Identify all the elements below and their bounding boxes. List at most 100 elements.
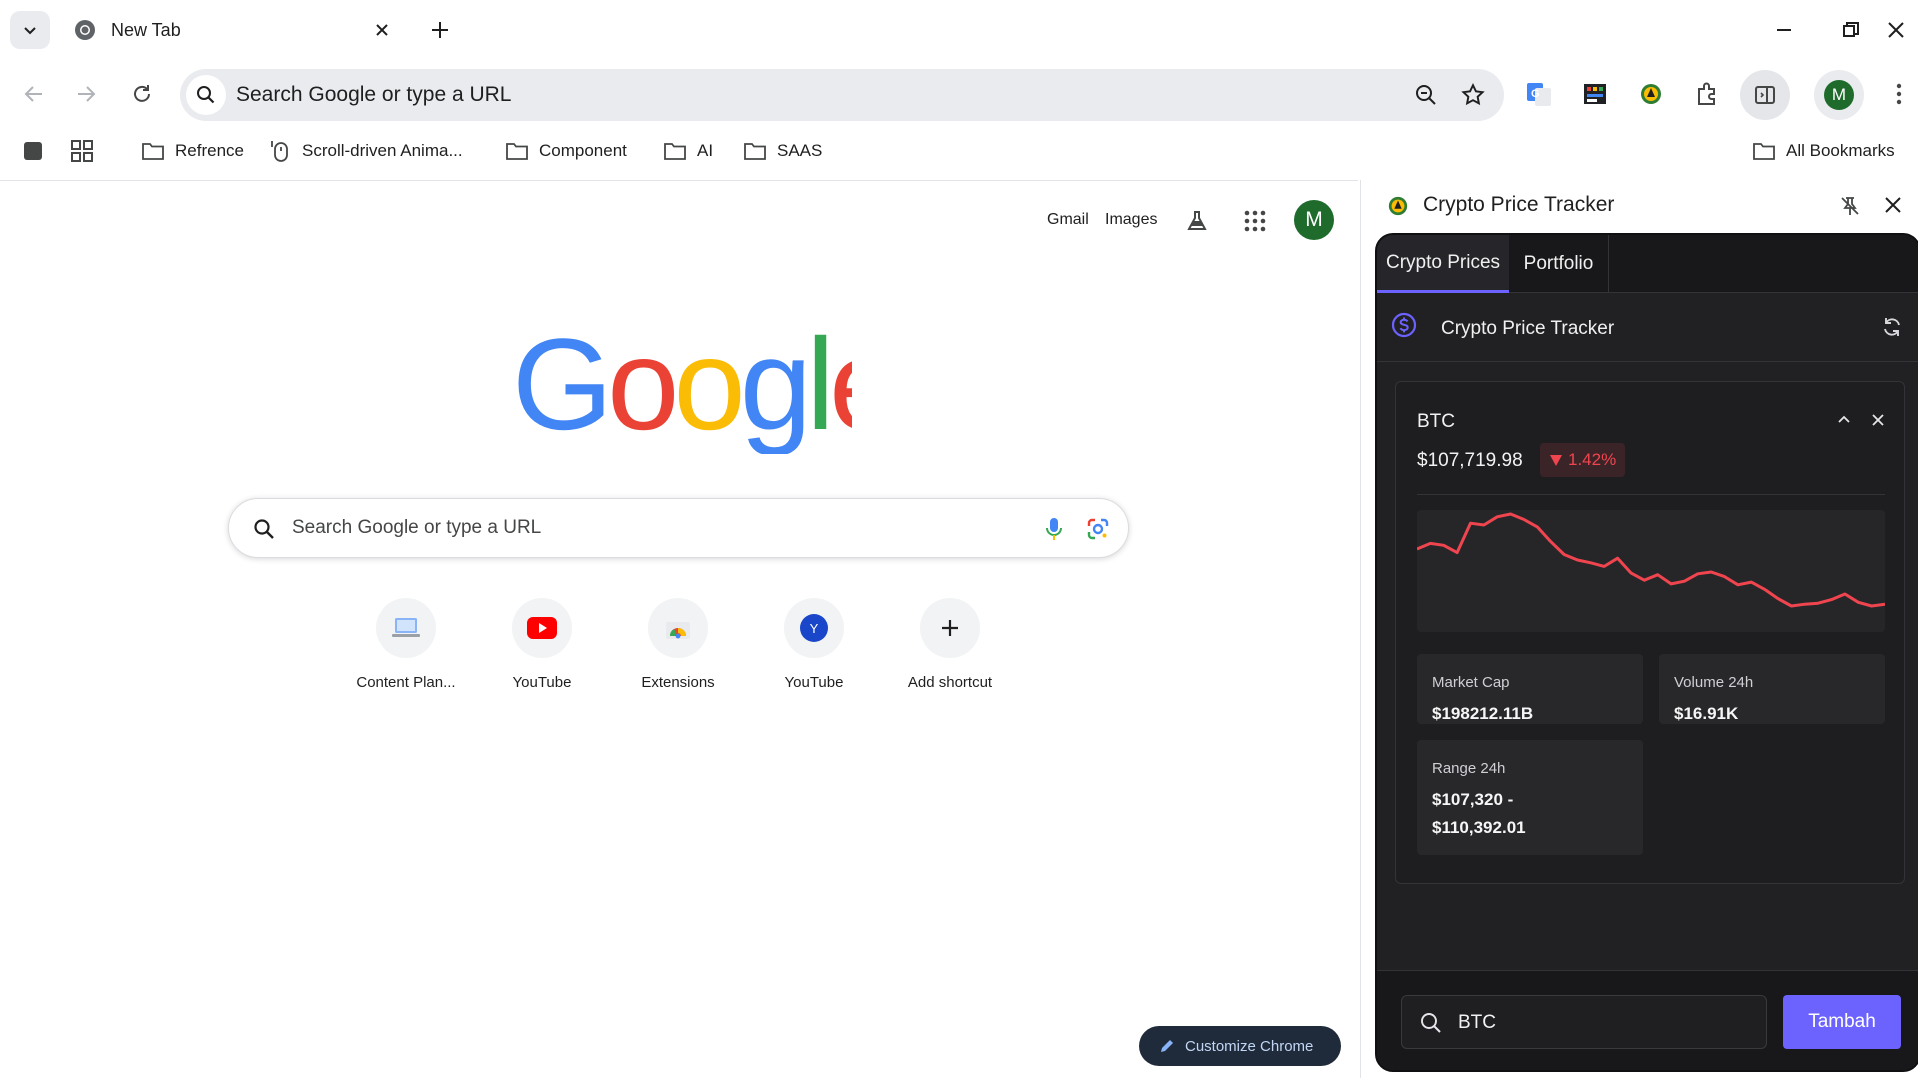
gmail-link[interactable]: Gmail (1047, 211, 1089, 229)
bookmark-label: SAAS (777, 141, 823, 160)
folder-icon (663, 141, 687, 161)
google-apps-grid-icon[interactable] (1243, 209, 1267, 233)
tab-groups-grid-icon[interactable] (70, 138, 94, 164)
bookmark-folder-refrence[interactable]: Refrence (141, 138, 244, 164)
search-placeholder: Search Google or type a URL (292, 517, 542, 538)
stat-volume: Volume 24h $16.91K (1659, 654, 1885, 724)
side-panel: Crypto Price Tracker Crypto Prices Portf… (1360, 180, 1918, 1078)
new-tab-page: Gmail Images M Google Search Google or t… (0, 180, 1358, 1078)
profile-avatar[interactable]: M (1814, 70, 1864, 120)
more-menu-icon[interactable] (1884, 79, 1914, 109)
google-lens-icon[interactable] (1086, 517, 1110, 541)
remove-coin-icon[interactable] (1870, 412, 1886, 428)
coin-search-input[interactable]: BTC (1401, 995, 1767, 1049)
youtube-icon (512, 598, 572, 658)
stat-value-line1: $107,320 - (1432, 790, 1514, 809)
side-panel-toggle-icon[interactable] (1740, 70, 1790, 120)
bookmark-label: Component (539, 141, 627, 160)
tab-portfolio[interactable]: Portfolio (1509, 235, 1609, 293)
add-coin-button[interactable]: Tambah (1783, 995, 1901, 1049)
extensions-puzzle-icon[interactable] (1692, 79, 1722, 109)
bookmark-folder-ai[interactable]: AI (663, 138, 713, 164)
account-avatar[interactable]: M (1294, 200, 1334, 240)
labs-flask-icon[interactable] (1185, 209, 1209, 233)
bookmark-folder-component[interactable]: Component (505, 138, 627, 164)
toolbar: Search Google or type a URL G M (0, 60, 1918, 130)
customize-chrome-button[interactable]: Customize Chrome (1139, 1026, 1341, 1066)
all-bookmarks-label: All Bookmarks (1786, 141, 1895, 160)
tab-strip: New Tab (0, 0, 1918, 60)
restore-button[interactable] (1837, 16, 1865, 44)
add-coin-footer: BTC Tambah (1377, 970, 1918, 1070)
zoom-icon[interactable] (1414, 83, 1438, 107)
bookmark-folder-saas[interactable]: SAAS (743, 138, 822, 164)
color-picker-extension-icon[interactable] (1580, 79, 1610, 109)
google-logo: Google (512, 329, 852, 454)
shortcut-label: Content Plan... (356, 674, 456, 691)
all-bookmarks-folder[interactable]: All Bookmarks (1752, 138, 1895, 164)
stat-value: $198212.11B (1432, 704, 1534, 723)
mouse-icon (270, 139, 292, 163)
stat-range-24h: Range 24h $107,320 - $110,392.01 (1417, 740, 1643, 855)
refresh-icon[interactable] (1881, 316, 1903, 338)
crypto-tracker-app: Crypto Prices Portfolio Crypto Price Tra… (1375, 233, 1918, 1072)
coin-symbol: BTC (1417, 411, 1455, 432)
shortcut-extensions[interactable]: Extensions (610, 598, 746, 708)
stat-value: $16.91K (1674, 704, 1739, 723)
price-sparkline-chart (1417, 510, 1885, 632)
new-tab-button[interactable] (428, 18, 452, 42)
folder-icon (743, 141, 767, 161)
tab-crypto-prices[interactable]: Crypto Prices (1377, 235, 1509, 293)
folder-icon (141, 141, 165, 161)
triangle-down-icon (1549, 453, 1563, 467)
collapse-chevron-up-icon[interactable] (1836, 412, 1852, 428)
omnibox-placeholder: Search Google or type a URL (236, 83, 512, 106)
omnibox[interactable]: Search Google or type a URL (180, 69, 1504, 121)
shortcut-label: Add shortcut (907, 674, 993, 691)
bookmarks-bar: Refrence Scroll-driven Anima... Componen… (0, 130, 1918, 172)
crypto-tracker-extension-icon (1387, 195, 1409, 217)
stat-label: Volume 24h (1674, 674, 1754, 691)
bookmark-star-icon[interactable] (1460, 82, 1486, 108)
tab-new-tab[interactable]: New Tab (64, 8, 402, 52)
unpin-icon[interactable] (1839, 195, 1861, 217)
back-button[interactable] (18, 78, 50, 110)
coin-search-value: BTC (1458, 1012, 1496, 1033)
side-panel-title: Crypto Price Tracker (1423, 193, 1615, 216)
sparkline-line (1417, 512, 1885, 608)
app-title: Crypto Price Tracker (1441, 318, 1615, 339)
forward-button[interactable] (70, 78, 102, 110)
tab-search-button[interactable] (10, 11, 50, 49)
voice-search-mic-icon[interactable] (1044, 516, 1064, 542)
close-window-button[interactable] (1882, 16, 1910, 44)
reload-button[interactable] (126, 78, 158, 110)
coin-price: $107,719.98 (1417, 450, 1523, 471)
google-translate-icon[interactable]: G (1524, 79, 1554, 109)
close-tab-icon[interactable] (370, 18, 394, 42)
crypto-tracker-extension-icon[interactable] (1636, 79, 1666, 109)
plus-icon (920, 598, 980, 658)
price-change-value: 1.42% (1568, 450, 1617, 469)
stat-market-cap: Market Cap $198212.11B (1417, 654, 1643, 724)
images-link[interactable]: Images (1105, 211, 1157, 229)
shortcut-youtube[interactable]: YouTube (474, 598, 610, 708)
shortcut-letter: Y (800, 614, 828, 642)
divider (1417, 494, 1885, 495)
bookmark-scroll-driven[interactable]: Scroll-driven Anima... (270, 138, 463, 164)
shortcut-youtube-2[interactable]: Y YouTube (746, 598, 882, 708)
close-side-panel-icon[interactable] (1884, 196, 1902, 214)
apps-shortcut-square-icon[interactable] (22, 138, 44, 164)
stat-label: Range 24h (1432, 760, 1506, 777)
chrome-icon (74, 19, 96, 41)
laptop-icon (376, 598, 436, 658)
add-shortcut-button[interactable]: Add shortcut (882, 598, 1018, 708)
chrome-web-store-icon (648, 598, 708, 658)
minimize-button[interactable] (1770, 16, 1798, 44)
shortcut-content-plan[interactable]: Content Plan... (338, 598, 474, 708)
side-panel-header: Crypto Price Tracker (1361, 180, 1918, 232)
folder-icon (505, 141, 529, 161)
google-search-box[interactable]: Search Google or type a URL (228, 498, 1129, 558)
stat-label: Market Cap (1432, 674, 1510, 691)
pencil-icon (1159, 1038, 1175, 1054)
shortcut-label: Extensions (641, 674, 715, 691)
